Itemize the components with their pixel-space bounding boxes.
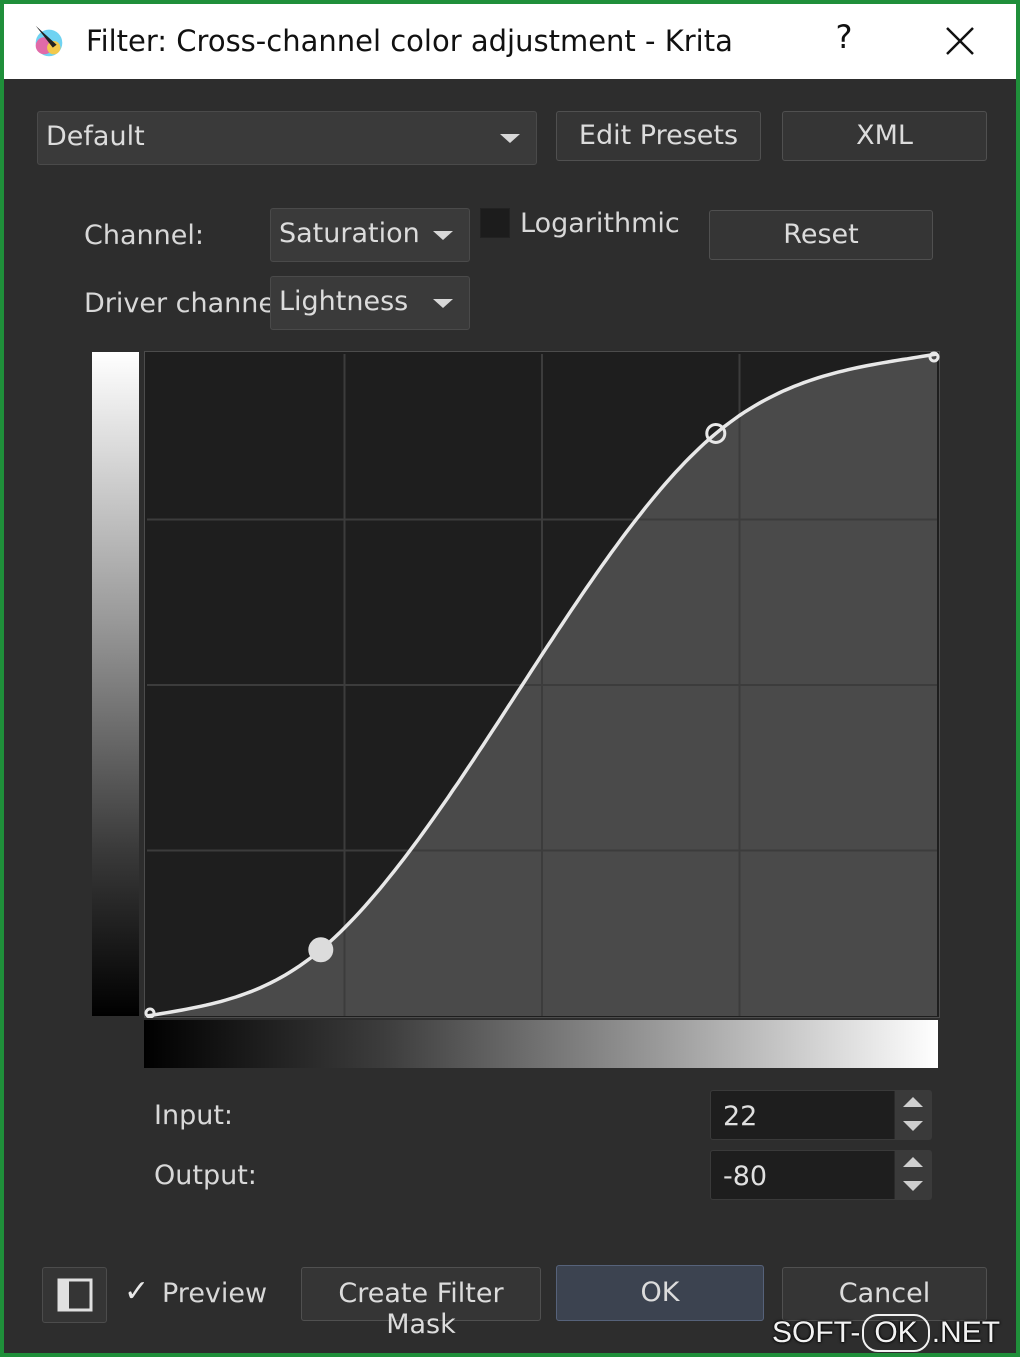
edit-presets-button[interactable]: Edit Presets	[556, 111, 761, 161]
watermark-right: .NET	[931, 1316, 1001, 1349]
chevron-down-icon	[433, 299, 453, 308]
output-stepper[interactable]	[894, 1151, 931, 1199]
step-up-icon[interactable]	[903, 1157, 923, 1167]
chevron-down-icon	[433, 231, 453, 240]
logarithmic-label: Logarithmic	[520, 208, 680, 239]
output-value: -80	[723, 1161, 768, 1192]
output-gradient-bar	[92, 352, 139, 1016]
edit-presets-label: Edit Presets	[578, 120, 739, 151]
close-icon[interactable]	[939, 20, 981, 62]
input-stepper[interactable]	[894, 1091, 931, 1139]
krita-logo-icon	[35, 25, 63, 57]
xml-button[interactable]: XML	[782, 111, 987, 161]
reset-label: Reset	[783, 219, 859, 250]
channel-select-value: Saturation	[279, 218, 420, 249]
create-filter-mask-button[interactable]: Create Filter Mask	[301, 1267, 541, 1340]
preview-label[interactable]: Preview	[162, 1278, 267, 1309]
reset-button[interactable]: Reset	[709, 210, 933, 260]
step-down-icon[interactable]	[903, 1181, 923, 1191]
ok-button[interactable]: OK	[556, 1265, 764, 1321]
ok-label: OK	[640, 1277, 680, 1308]
cancel-button[interactable]: Cancel	[782, 1267, 987, 1321]
output-label: Output:	[154, 1160, 257, 1191]
channel-select[interactable]: Saturation	[270, 208, 470, 262]
watermark: SOFT- OK .NET	[772, 1314, 1000, 1352]
help-button[interactable]: ?	[827, 18, 861, 56]
xml-label: XML	[856, 120, 913, 151]
step-up-icon[interactable]	[903, 1097, 923, 1107]
input-value: 22	[723, 1101, 758, 1132]
input-label: Input:	[154, 1100, 234, 1131]
filter-dialog: Filter: Cross-channel color adjustment -…	[0, 0, 1020, 1357]
curve-control-point[interactable]	[308, 937, 334, 963]
watermark-left: SOFT-	[772, 1316, 861, 1349]
preview-check-icon[interactable]: ✓	[124, 1274, 149, 1309]
chevron-down-icon	[500, 134, 520, 143]
create-filter-mask-label: Create Filter Mask	[338, 1278, 504, 1340]
driver-channel-select-value: Lightness	[279, 286, 409, 317]
logarithmic-checkbox[interactable]	[480, 208, 510, 238]
driver-channel-label: Driver channel	[84, 288, 283, 319]
step-down-icon[interactable]	[903, 1121, 923, 1131]
cancel-label: Cancel	[838, 1278, 931, 1309]
channel-label: Channel:	[84, 220, 204, 251]
input-spinbox[interactable]: 22	[710, 1090, 932, 1140]
watermark-box: OK	[862, 1314, 930, 1352]
curve-editor[interactable]	[144, 351, 940, 1018]
window-title: Filter: Cross-channel color adjustment -…	[86, 24, 733, 58]
driver-channel-select[interactable]: Lightness	[270, 276, 470, 330]
input-gradient-bar	[144, 1020, 938, 1068]
title-bar: Filter: Cross-channel color adjustment -…	[4, 4, 1016, 79]
preset-select-value: Default	[46, 121, 145, 152]
compare-view-button[interactable]	[42, 1267, 107, 1323]
split-view-icon	[57, 1278, 93, 1312]
preset-select[interactable]: Default	[37, 111, 537, 165]
output-spinbox[interactable]: -80	[710, 1150, 932, 1200]
